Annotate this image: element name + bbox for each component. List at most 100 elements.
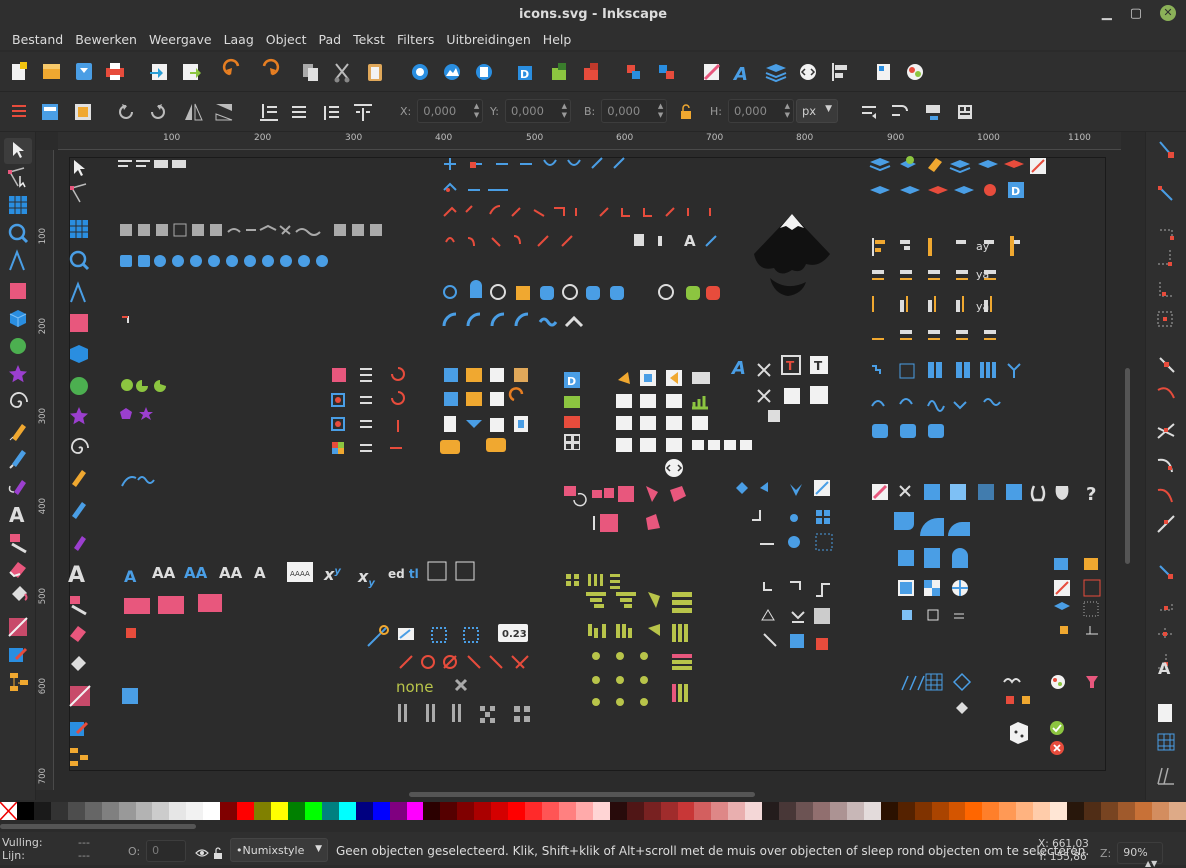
measure-tool-icon[interactable] [9, 249, 25, 271]
no-paint-swatch[interactable] [0, 801, 18, 821]
text-tool-icon[interactable]: A [9, 503, 25, 527]
paste-icon[interactable] [368, 64, 382, 81]
color-swatch[interactable] [84, 802, 102, 820]
height-input[interactable]: 0,000 ▲ ▼ [727, 99, 794, 123]
color-swatch[interactable] [1050, 802, 1068, 820]
color-swatch[interactable] [1151, 802, 1169, 820]
color-swatch[interactable] [118, 802, 136, 820]
color-swatch[interactable] [372, 802, 390, 820]
scale-corners-icon[interactable] [892, 105, 908, 116]
color-swatch[interactable] [677, 802, 695, 820]
color-swatch[interactable] [1117, 802, 1135, 820]
color-swatch[interactable] [897, 802, 915, 820]
color-swatch[interactable] [220, 802, 238, 820]
snap-page-border-icon[interactable] [1158, 628, 1172, 640]
node-tool-icon[interactable] [8, 167, 26, 188]
color-swatch[interactable] [440, 802, 458, 820]
zoom-selection-icon[interactable] [412, 64, 428, 80]
color-swatch[interactable] [491, 802, 509, 820]
color-swatch[interactable] [592, 802, 610, 820]
horizontal-scrollbar[interactable] [54, 790, 1121, 800]
snap-text-icon[interactable]: A [1158, 659, 1171, 678]
color-swatch[interactable] [16, 802, 34, 820]
ungroup-icon[interactable] [659, 65, 674, 79]
color-swatch[interactable] [728, 802, 746, 820]
color-swatch[interactable] [711, 802, 729, 820]
snap-smooth-icon[interactable] [1157, 458, 1173, 473]
color-swatch[interactable] [271, 802, 288, 820]
unit-select[interactable]: px ▼ [796, 99, 838, 123]
lower-bottom-icon[interactable] [260, 104, 278, 121]
snap-bbox-mid-icon[interactable] [1159, 282, 1172, 297]
snap-guides-lines-icon[interactable] [1157, 767, 1174, 785]
rotate-ccw-icon[interactable] [119, 104, 133, 119]
color-swatch[interactable] [355, 802, 373, 820]
color-swatch[interactable] [423, 802, 441, 820]
menu-laag[interactable]: Laag [218, 32, 260, 47]
color-swatch[interactable] [287, 802, 305, 820]
y-input[interactable]: 0,000 ▲ ▼ [504, 99, 571, 123]
menu-tekst[interactable]: Tekst [347, 32, 391, 47]
color-swatch[interactable] [474, 802, 492, 820]
layers-icon[interactable] [765, 64, 787, 83]
paint-bucket-tool-icon[interactable] [12, 586, 28, 601]
lock-ratio-icon[interactable] [678, 104, 694, 120]
snap-midpoint-icon[interactable] [1157, 488, 1173, 503]
color-swatch[interactable] [796, 802, 813, 820]
color-swatch[interactable] [880, 802, 898, 820]
color-swatch[interactable] [575, 802, 593, 820]
palette-scrollbar[interactable] [0, 822, 1186, 830]
raise-top-icon[interactable] [354, 104, 372, 121]
color-swatch[interactable] [965, 802, 983, 820]
close-icon[interactable]: ✕ [1160, 5, 1176, 21]
minimize-icon[interactable]: ▁ [1102, 6, 1112, 21]
menu-uitbreidingen[interactable]: Uitbreidingen [440, 32, 536, 47]
dropper-tool-icon[interactable] [9, 647, 28, 662]
horizontal-ruler[interactable]: 100 200 300 400 500 600 700 800 900 1000… [58, 132, 1121, 150]
maximize-icon[interactable]: ▢ [1130, 6, 1142, 21]
current-layer-select[interactable]: •Numixstyle ▼ [230, 838, 328, 862]
snap-bbox-edge-icon[interactable] [1160, 229, 1174, 240]
opacity-input[interactable]: 0 [146, 840, 187, 862]
rectangle-tool-icon[interactable] [10, 283, 26, 299]
move-gradients-icon[interactable] [926, 105, 940, 120]
menu-object[interactable]: Object [260, 32, 313, 47]
color-swatch[interactable] [1134, 802, 1152, 820]
color-swatch[interactable] [999, 802, 1017, 820]
color-swatch[interactable] [1033, 802, 1051, 820]
selector-tool-icon[interactable] [4, 138, 32, 164]
group-icon[interactable] [627, 65, 640, 79]
width-input[interactable]: 0,000 ▲ ▼ [601, 99, 668, 123]
new-document-icon[interactable] [12, 62, 27, 80]
import-icon[interactable] [150, 64, 167, 80]
color-swatch[interactable] [33, 802, 51, 820]
color-swatch[interactable] [558, 802, 576, 820]
rotate-cw-icon[interactable] [151, 104, 165, 119]
color-swatch[interactable] [660, 802, 678, 820]
deselect-icon[interactable] [75, 104, 91, 120]
select-all-icon[interactable] [12, 105, 26, 117]
menu-weergave[interactable]: Weergave [143, 32, 218, 47]
menu-help[interactable]: Help [537, 32, 578, 47]
color-swatch[interactable] [389, 802, 407, 820]
color-swatch[interactable] [406, 802, 424, 820]
menu-bestand[interactable]: Bestand [6, 32, 69, 47]
color-swatch[interactable] [237, 802, 255, 820]
color-swatch[interactable] [321, 802, 339, 820]
pencil-tool-icon[interactable] [9, 424, 26, 441]
raise-icon[interactable] [324, 106, 339, 120]
print-icon[interactable] [106, 63, 124, 80]
color-swatch[interactable] [779, 802, 797, 820]
layer-visibility-icon[interactable] [195, 849, 209, 857]
open-document-icon[interactable] [43, 64, 60, 79]
snap-nodes-icon[interactable] [1159, 357, 1175, 373]
color-swatch[interactable] [525, 802, 542, 820]
zoom-page-icon[interactable] [476, 64, 492, 80]
undo-icon[interactable] [222, 58, 240, 76]
select-all-layers-icon[interactable] [42, 104, 58, 120]
pen-tool-icon[interactable] [9, 450, 26, 469]
spray-tool-icon[interactable] [10, 534, 27, 554]
color-swatch[interactable] [1067, 802, 1084, 820]
unlink-clone-icon[interactable] [584, 63, 598, 80]
layer-lock-icon[interactable] [214, 847, 222, 859]
